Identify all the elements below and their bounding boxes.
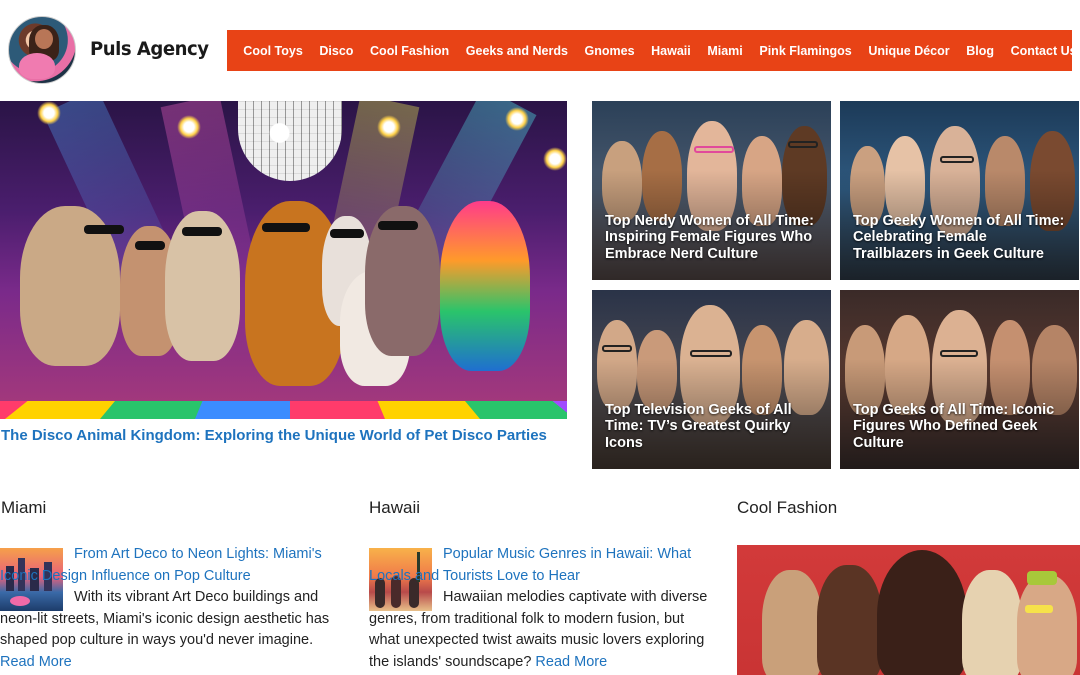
site-header: Puls Agency Cool Toys Disco Cool Fashion… <box>0 0 1080 100</box>
nav-item-gnomes[interactable]: Gnomes <box>576 44 643 58</box>
hero-post-title[interactable]: The Disco Animal Kingdom: Exploring the … <box>1 427 547 444</box>
card-title[interactable]: Top Geeky Women of All Time: Celebrating… <box>853 213 1069 263</box>
miami-read-more-link[interactable]: Read More <box>0 654 72 670</box>
hawaii-post-excerpt-block: Hawaiian melodies captivate with diverse… <box>369 587 714 673</box>
hawaii-post: Popular Music Genres in Hawaii: What Loc… <box>369 544 714 587</box>
post-card-nerdy-women[interactable]: Top Nerdy Women of All Time: Inspiring F… <box>592 101 831 280</box>
site-brand[interactable]: Puls Agency <box>90 38 209 60</box>
section-heading-cool-fashion[interactable]: Cool Fashion <box>737 498 837 518</box>
hawaii-post-title[interactable]: Popular Music Genres in Hawaii: What Loc… <box>369 546 691 584</box>
section-heading-hawaii[interactable]: Hawaii <box>369 498 420 518</box>
card-title[interactable]: Top Geeks of All Time: Iconic Figures Wh… <box>853 402 1069 452</box>
nav-item-miami[interactable]: Miami <box>699 44 751 58</box>
miami-post-excerpt-text: With its vibrant Art Deco buildings and … <box>0 589 330 649</box>
miami-post: From Art Deco to Neon Lights: Miami's Ic… <box>0 544 345 587</box>
site-logo[interactable] <box>8 16 76 84</box>
post-card-tv-geeks[interactable]: Top Television Geeks of All Time: TV’s G… <box>592 290 831 469</box>
hero-image[interactable] <box>0 101 567 419</box>
section-heading-miami[interactable]: Miami <box>1 498 46 518</box>
nav-item-contact-us[interactable]: Contact Us <box>1002 44 1080 58</box>
nav-item-geeks-and-nerds[interactable]: Geeks and Nerds <box>458 44 577 58</box>
miami-post-excerpt-block: With its vibrant Art Deco buildings and … <box>0 587 345 673</box>
nav-item-pink-flamingos[interactable]: Pink Flamingos <box>751 44 860 58</box>
main-nav: Cool Toys Disco Cool Fashion Geeks and N… <box>227 30 1077 71</box>
card-title[interactable]: Top Nerdy Women of All Time: Inspiring F… <box>605 213 821 263</box>
nav-item-disco[interactable]: Disco <box>311 44 362 58</box>
nav-item-hawaii[interactable]: Hawaii <box>643 44 699 58</box>
nav-item-unique-decor[interactable]: Unique Décor <box>860 44 958 58</box>
post-card-geeks-all-time[interactable]: Top Geeks of All Time: Iconic Figures Wh… <box>840 290 1079 469</box>
hawaii-read-more-link[interactable]: Read More <box>535 654 607 670</box>
cool-fashion-post-image[interactable] <box>737 545 1080 675</box>
miami-post-title[interactable]: From Art Deco to Neon Lights: Miami's Ic… <box>0 546 322 584</box>
post-card-geeky-women[interactable]: Top Geeky Women of All Time: Celebrating… <box>840 101 1079 280</box>
nav-item-blog[interactable]: Blog <box>958 44 1002 58</box>
disco-ball-icon <box>238 101 342 181</box>
nav-item-cool-toys[interactable]: Cool Toys <box>235 44 311 58</box>
nav-item-cool-fashion[interactable]: Cool Fashion <box>362 44 458 58</box>
card-title[interactable]: Top Television Geeks of All Time: TV’s G… <box>605 402 821 452</box>
